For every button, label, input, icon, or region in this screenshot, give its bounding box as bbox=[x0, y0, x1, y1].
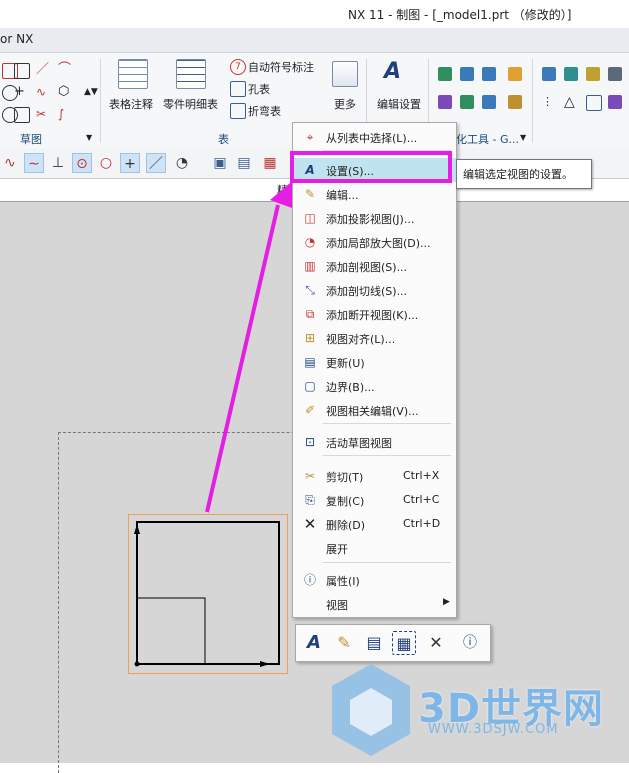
section-line-icon: ⤡ bbox=[305, 283, 315, 297]
annotation-arrow-shaft bbox=[205, 204, 280, 513]
copy-shortcut: Ctrl+C bbox=[403, 493, 440, 506]
submenu-arrow-icon: ▶ bbox=[443, 597, 450, 607]
delete-x-icon: ✕ bbox=[303, 515, 317, 533]
update-icon: ▤ bbox=[304, 355, 316, 369]
view-dependent-edit-icon: ✐ bbox=[304, 403, 316, 417]
menu-item-expand[interactable]: 展开 bbox=[293, 536, 456, 560]
crosshair-icon: ⌖ bbox=[306, 130, 314, 144]
mini-update-icon[interactable]: ▤ bbox=[362, 631, 386, 655]
menu-item-boundary[interactable]: ▢ 边界(B)... bbox=[293, 374, 456, 398]
mini-edit-icon[interactable]: ✎ bbox=[332, 631, 356, 655]
mini-properties-icon[interactable]: ⓘ bbox=[458, 631, 482, 655]
mini-settings-icon[interactable]: A bbox=[302, 631, 326, 655]
menu-item-edit[interactable]: ✎ 编辑... bbox=[293, 182, 456, 206]
detail-view-icon: ◔ bbox=[304, 235, 316, 249]
menu-item-add-section-line[interactable]: ⤡ 添加剖切线(S)... bbox=[293, 278, 456, 302]
copy-icon: ⎘ bbox=[305, 493, 315, 507]
settings-tooltip: 编辑选定视图的设置。 bbox=[456, 159, 592, 189]
menu-item-update[interactable]: ▤ 更新(U) bbox=[293, 350, 456, 374]
align-view-icon: ⊞ bbox=[304, 331, 316, 345]
watermark-url: WWW.3DSJW.COM bbox=[428, 722, 559, 737]
menu-item-add-projected-view[interactable]: ◫ 添加投影视图(J)... bbox=[293, 206, 456, 230]
menu-item-copy[interactable]: ⎘ 复制(C) Ctrl+C bbox=[293, 488, 456, 512]
menu-item-add-section-view[interactable]: ▥ 添加剖视图(S)... bbox=[293, 254, 456, 278]
menu-item-active-sketch-view[interactable]: ⊡ 活动草图视图 bbox=[293, 430, 456, 454]
projected-view-icon: ◫ bbox=[304, 211, 316, 225]
boundary-icon: ▢ bbox=[304, 379, 316, 393]
break-view-icon: ⧉ bbox=[305, 307, 315, 321]
menu-item-properties[interactable]: ⓘ 属性(I) bbox=[293, 568, 456, 592]
cut-shortcut: Ctrl+X bbox=[403, 469, 440, 482]
radial-mini-toolbar: A ✎ ▤ ▦ ✕ ⓘ bbox=[295, 624, 491, 662]
delete-shortcut: Ctrl+D bbox=[403, 517, 441, 530]
menu-item-add-detail-view[interactable]: ◔ 添加局部放大图(D)... bbox=[293, 230, 456, 254]
view-context-menu: ⌖ 从列表中选择(L)... A 设置(S)... ✎ 编辑... ◫ 添加投影… bbox=[292, 122, 457, 618]
menu-item-add-break-view[interactable]: ⧉ 添加断开视图(K)... bbox=[293, 302, 456, 326]
mini-boundary-icon[interactable]: ▦ bbox=[392, 631, 416, 655]
menu-item-delete[interactable]: ✕ 删除(D) Ctrl+D bbox=[293, 512, 456, 536]
menu-item-align-view[interactable]: ⊞ 视图对齐(L)... bbox=[293, 326, 456, 350]
menu-item-cut[interactable]: ✂ 剪切(T) Ctrl+X bbox=[293, 464, 456, 488]
menu-separator bbox=[323, 562, 451, 563]
menu-item-view[interactable]: 视图 ▶ bbox=[293, 592, 456, 616]
menu-separator bbox=[323, 423, 451, 424]
menu-separator bbox=[323, 455, 451, 456]
menu-item-select-from-list[interactable]: ⌖ 从列表中选择(L)... bbox=[293, 125, 456, 149]
scissors-icon: ✂ bbox=[304, 469, 316, 483]
properties-icon: ⓘ bbox=[303, 573, 316, 587]
mini-delete-icon[interactable]: ✕ bbox=[424, 631, 448, 655]
section-view-icon: ▥ bbox=[304, 259, 316, 273]
edit-icon: ✎ bbox=[304, 187, 316, 201]
tooltip-text: 编辑选定视图的设置。 bbox=[463, 168, 573, 181]
active-sketch-view-icon: ⊡ bbox=[304, 435, 316, 449]
watermark-logo bbox=[332, 664, 410, 756]
menu-item-view-dependent-edit[interactable]: ✐ 视图相关编辑(V)... bbox=[293, 398, 456, 422]
settings-highlight-box bbox=[290, 151, 452, 183]
